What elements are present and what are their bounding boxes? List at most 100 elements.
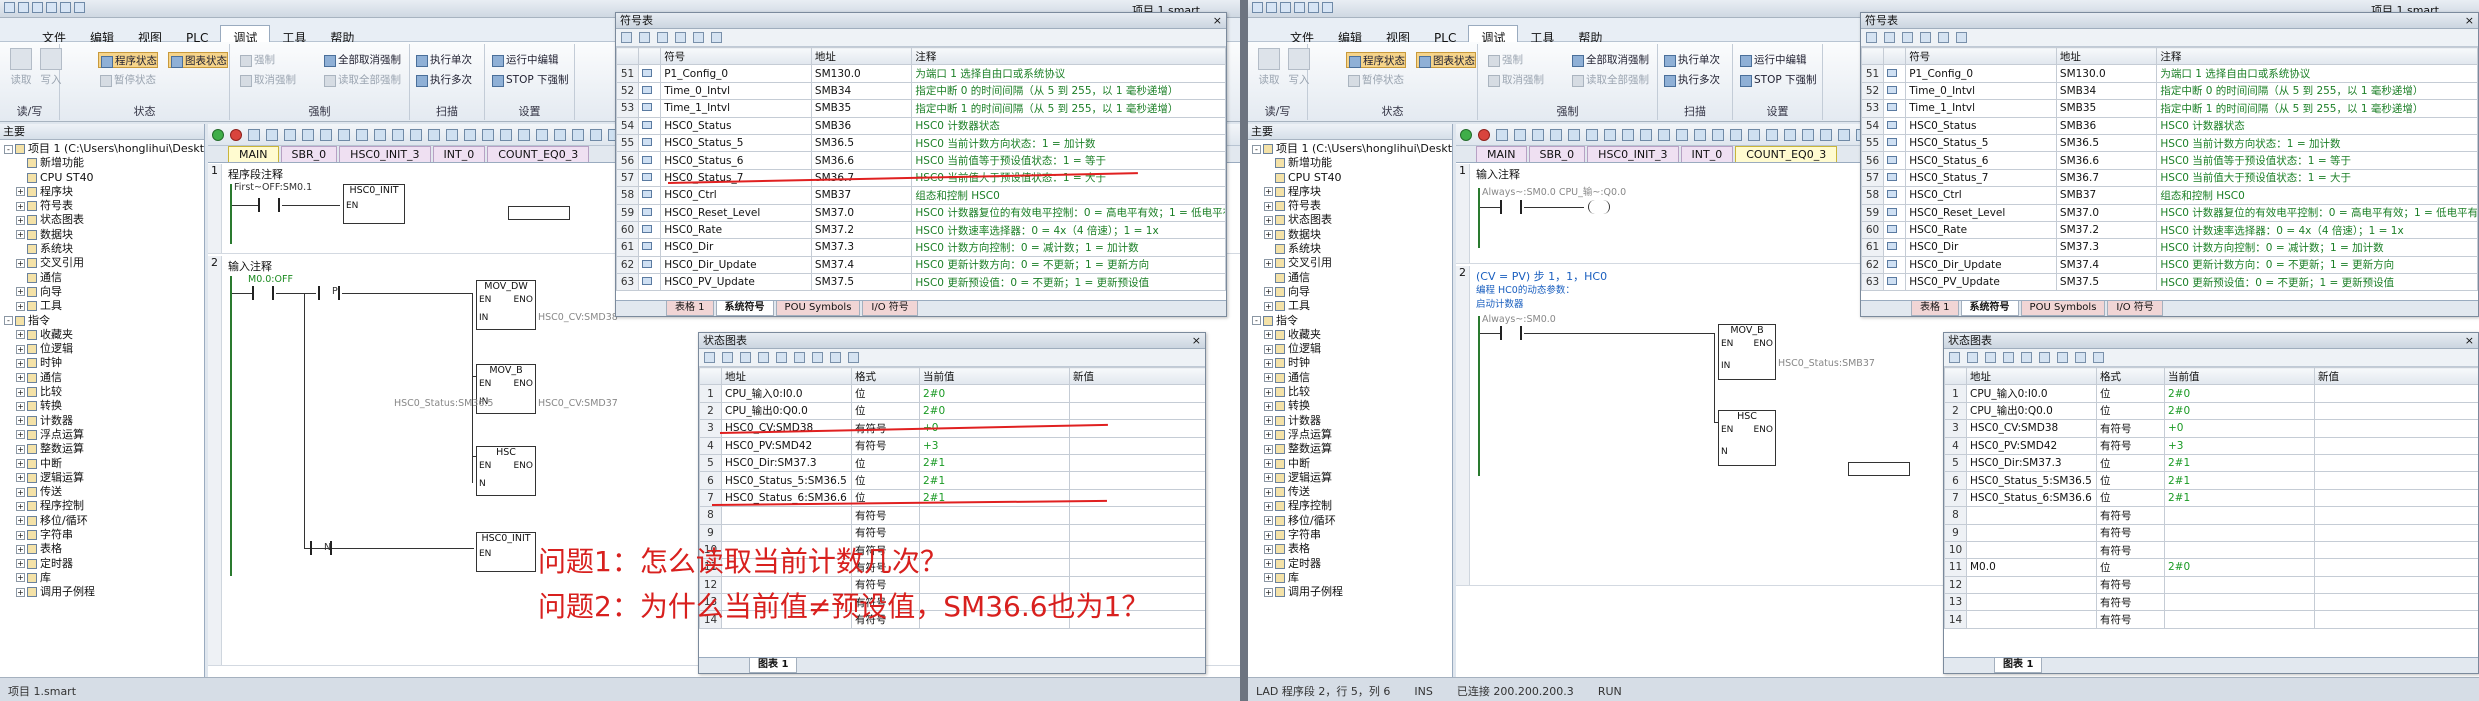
- status-format[interactable]: 位: [851, 471, 920, 490]
- pou-tab[interactable]: INT_0: [1680, 146, 1734, 162]
- editor-tool-icon[interactable]: [248, 129, 260, 141]
- tree-item[interactable]: + 计数器: [1250, 414, 1452, 428]
- symbol-name[interactable]: P1_Config_0: [1905, 64, 2057, 83]
- symbol-address[interactable]: SMB37: [2055, 186, 2158, 205]
- ribbon-button[interactable]: 图表状态: [168, 52, 228, 68]
- toolbar-icon[interactable]: [1938, 32, 1949, 43]
- app-button[interactable]: [1248, 18, 1278, 42]
- ladder-contact[interactable]: [1500, 200, 1522, 214]
- table-row[interactable]: 60 HSC0_Rate SM37.2 HSC0 计数速率选择器：0 = 4x（4 倍…: [1861, 220, 2478, 240]
- column-header[interactable]: 当前值: [2164, 366, 2315, 386]
- tree-expander-icon[interactable]: +: [1264, 473, 1273, 483]
- ribbon-button[interactable]: 强制: [1486, 52, 1523, 68]
- table-row[interactable]: 54 HSC0_Status SMB36 HSC0 计数器状态: [1861, 116, 2478, 135]
- pou-tab[interactable]: COUNT_EQ0_3: [1735, 146, 1838, 162]
- tree-expander-icon[interactable]: +: [16, 516, 25, 526]
- table-row[interactable]: 53 Time_1_Intvl SMB35 指定中断 1 的时间间隔（从 5 到 25…: [1861, 99, 2478, 118]
- symbol-name[interactable]: Time_0_Intvl: [1905, 81, 2057, 101]
- ribbon-button[interactable]: 全部取消强制: [1570, 52, 1649, 68]
- column-header[interactable]: [638, 46, 662, 66]
- symbol-comment[interactable]: 组态和控制 HSC0: [2156, 186, 2478, 205]
- toolbar-icon[interactable]: [675, 32, 686, 43]
- quick-access-icon[interactable]: [60, 2, 71, 13]
- table-row[interactable]: 11 M0.0 位 2#0: [1944, 558, 2478, 577]
- status-address[interactable]: HSC0_Status_6:SM36.6: [1966, 488, 2097, 508]
- column-header[interactable]: 地址: [721, 366, 852, 386]
- ribbon-button[interactable]: 运行中编辑: [1738, 52, 1807, 68]
- tree-item[interactable]: + 比较: [1250, 385, 1452, 399]
- table-tab[interactable]: 系统符号: [1960, 301, 2019, 316]
- symbol-address[interactable]: SMB34: [810, 81, 913, 101]
- ribbon-button[interactable]: 暂停状态: [1346, 72, 1404, 88]
- ribbon-button[interactable]: STOP 下强制: [490, 72, 569, 88]
- symbol-comment[interactable]: HSC0 更新计数方向：0 = 不更新；1 = 更新方向: [2156, 255, 2478, 275]
- tree-item[interactable]: - 项目 1 (C:\Users\honglihui\Desktop): [2, 142, 204, 156]
- tree-item[interactable]: 系统块: [1250, 242, 1452, 256]
- ribbon-button[interactable]: 暂停状态: [98, 72, 156, 88]
- column-header[interactable]: 新值: [2314, 366, 2478, 386]
- table-tab[interactable]: POU Symbols: [775, 301, 861, 316]
- quick-access-icon[interactable]: [1266, 2, 1277, 13]
- toolbar-icon[interactable]: [1949, 352, 1960, 363]
- symbol-address[interactable]: SM130.0: [810, 64, 913, 83]
- tree-item[interactable]: + 程序块: [2, 185, 204, 199]
- tree-item[interactable]: + 浮点运算: [2, 428, 204, 442]
- ribbon-button[interactable]: 程序状态: [1346, 52, 1406, 68]
- function-block[interactable]: MOV_DW EN ENO IN: [476, 280, 536, 330]
- status-format[interactable]: 有符号: [851, 436, 920, 455]
- status-address[interactable]: HSC0_CV:SMD38: [1966, 419, 2097, 438]
- tree-item[interactable]: + 数据块: [2, 228, 204, 242]
- ladder-contact[interactable]: [252, 286, 274, 300]
- tree-item[interactable]: + 时钟: [1250, 356, 1452, 370]
- column-header[interactable]: 地址: [1966, 366, 2097, 386]
- tree-item[interactable]: + 状态图表: [2, 213, 204, 227]
- column-header[interactable]: [616, 46, 640, 66]
- ribbon-big-button[interactable]: 读取: [4, 48, 38, 87]
- quick-access-icon[interactable]: [1308, 2, 1319, 13]
- status-format[interactable]: 位: [2096, 488, 2165, 508]
- column-header[interactable]: 格式: [851, 366, 920, 386]
- editor-tool-icon[interactable]: [572, 129, 584, 141]
- symbol-address[interactable]: SM37.3: [2055, 238, 2158, 257]
- tree-expander-icon[interactable]: +: [16, 258, 25, 268]
- ribbon-button[interactable]: 执行多次: [414, 72, 472, 88]
- function-block[interactable]: HSC EN ENO N: [476, 446, 536, 496]
- function-block[interactable]: HSC0_INIT EN: [343, 184, 405, 224]
- tree-expander-icon[interactable]: +: [16, 301, 25, 311]
- tree-item[interactable]: + 中断: [1250, 457, 1452, 471]
- tree-expander-icon[interactable]: +: [1264, 501, 1273, 511]
- toolbar-icon[interactable]: [794, 352, 805, 363]
- status-new-value[interactable]: [2314, 419, 2478, 438]
- editor-tool-icon[interactable]: [1568, 129, 1580, 141]
- tree-expander-icon[interactable]: +: [16, 201, 25, 211]
- editor-tool-icon[interactable]: [1550, 129, 1562, 141]
- tree-item[interactable]: + 转换: [1250, 399, 1452, 413]
- status-new-value[interactable]: [2314, 384, 2478, 403]
- column-header[interactable]: 当前值: [919, 366, 1070, 386]
- pou-tab[interactable]: HSC0_INIT_3: [339, 146, 431, 162]
- column-header[interactable]: 符号: [660, 46, 812, 66]
- table-row[interactable]: 51 P1_Config_0 SM130.0 为端口 1 选择自由口或系统协议: [616, 64, 1226, 83]
- symbol-name[interactable]: HSC0_Dir_Update: [1905, 255, 2057, 275]
- column-header[interactable]: 地址: [2055, 46, 2158, 66]
- tree-expander-icon[interactable]: +: [16, 459, 25, 469]
- symbol-comment[interactable]: 为端口 1 选择自由口或系统协议: [2156, 64, 2478, 83]
- toolbar-icon[interactable]: [1956, 32, 1967, 43]
- tree-item[interactable]: + 字符串: [2, 528, 204, 542]
- symbol-comment[interactable]: HSC0 当前值大于预设值状态：1 = 大于: [2156, 168, 2478, 188]
- tree-item[interactable]: 通信: [1250, 271, 1452, 285]
- status-format[interactable]: 有符号: [851, 523, 920, 542]
- toolbar-icon[interactable]: [1902, 32, 1913, 43]
- symbol-comment[interactable]: HSC0 当前值等于预设值状态：1 = 等于: [2156, 151, 2478, 170]
- status-format[interactable]: 有符号: [2096, 540, 2165, 560]
- symbol-comment[interactable]: HSC0 计数器复位的有效电平控制：0 = 高电平有效；1 = 低电平有效: [911, 203, 1226, 222]
- tree-expander-icon[interactable]: +: [16, 430, 25, 440]
- toolbar-icon[interactable]: [639, 32, 650, 43]
- status-new-value[interactable]: [1069, 384, 1205, 403]
- tree-item[interactable]: + 交叉引用: [1250, 256, 1452, 270]
- ribbon-button[interactable]: 取消强制: [238, 72, 296, 88]
- symbol-address[interactable]: SM130.0: [2055, 64, 2158, 83]
- toolbar-icon[interactable]: [1967, 352, 1978, 363]
- tree-item[interactable]: CPU ST40: [2, 171, 204, 185]
- tree-expander-icon[interactable]: +: [16, 330, 25, 340]
